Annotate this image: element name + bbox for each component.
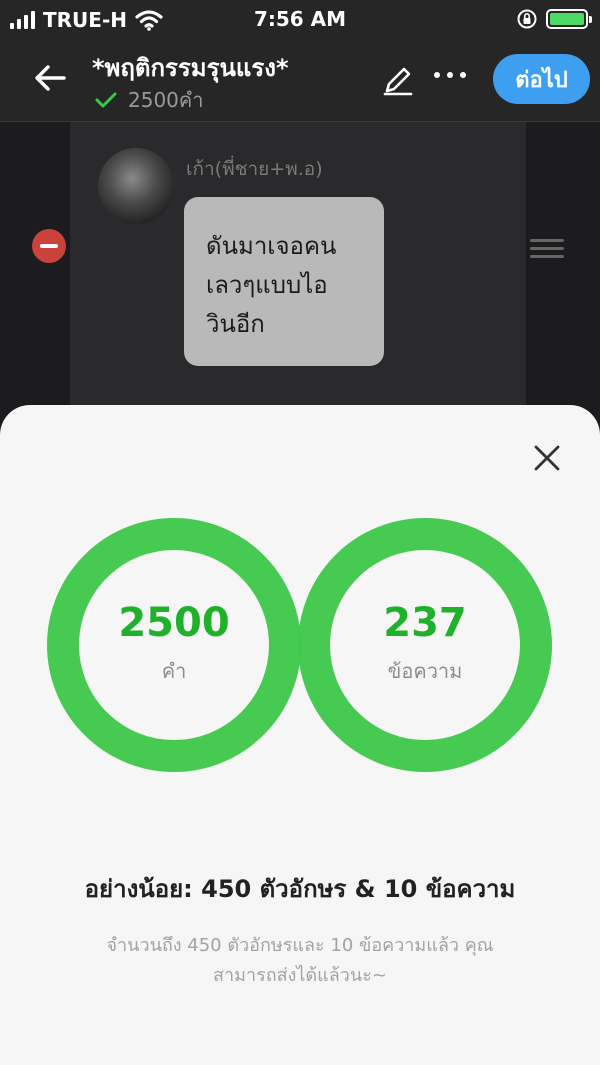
status-right	[516, 8, 592, 30]
drag-handle-icon[interactable]	[530, 239, 564, 263]
more-icon[interactable]	[434, 72, 466, 78]
back-arrow-icon[interactable]	[30, 58, 70, 98]
status-bar: TRUE-H 7:56 AM	[0, 0, 600, 38]
pencil-icon[interactable]	[380, 62, 416, 98]
orientation-lock-icon	[517, 9, 537, 29]
story-title: *พฤติกรรมรุนแรง*	[92, 54, 289, 82]
avatar[interactable]	[98, 148, 174, 224]
message-line: วินอีก	[206, 310, 265, 338]
message-line: เลวๆแบบไอ	[206, 271, 328, 299]
hint-line: สามารถส่งได้แล้วนะ~	[213, 965, 387, 986]
sender-name: เก้า(พี่ชาย+พ.อ)	[186, 158, 323, 180]
chat-area: เก้า(พี่ชาย+พ.อ) ดันมาเจอคน เลวๆแบบไอ วิ…	[0, 122, 600, 422]
close-icon[interactable]	[532, 443, 562, 473]
status-time: 7:56 AM	[253, 7, 347, 31]
minimum-requirement: อย่างน้อย: 450 ตัวอักษร & 10 ข้อความ	[84, 875, 516, 903]
check-icon	[95, 92, 117, 108]
word-count-status: 2500คำ	[94, 84, 204, 116]
stats-sheet: 2500 คำ 237 ข้อความ อย่างน้อย: 450 ตัวอั…	[0, 405, 600, 1065]
chat-header: *พฤติกรรมรุนแรง* 2500คำ ต่อไป	[0, 38, 600, 122]
message-bubble[interactable]: ดันมาเจอคน เลวๆแบบไอ วินอีก	[184, 197, 384, 366]
words-count-value: 2500	[118, 600, 230, 646]
battery-icon	[546, 9, 592, 29]
battery-fill	[550, 13, 584, 25]
requirement-hint: จำนวนถึง 450 ตัวอักษรและ 10 ข้อความแล้ว …	[60, 931, 540, 991]
word-count-label: 2500คำ	[128, 88, 204, 112]
words-count-unit: คำ	[161, 659, 187, 683]
remove-message-button[interactable]	[32, 229, 66, 263]
message-line: ดันมาเจอคน	[206, 232, 337, 260]
next-button[interactable]: ต่อไป	[493, 54, 590, 104]
hint-line: จำนวนถึง 450 ตัวอักษรและ 10 ข้อความแล้ว …	[106, 935, 494, 956]
messages-count-value: 237	[383, 600, 467, 646]
messages-count-unit: ข้อความ	[387, 659, 463, 683]
